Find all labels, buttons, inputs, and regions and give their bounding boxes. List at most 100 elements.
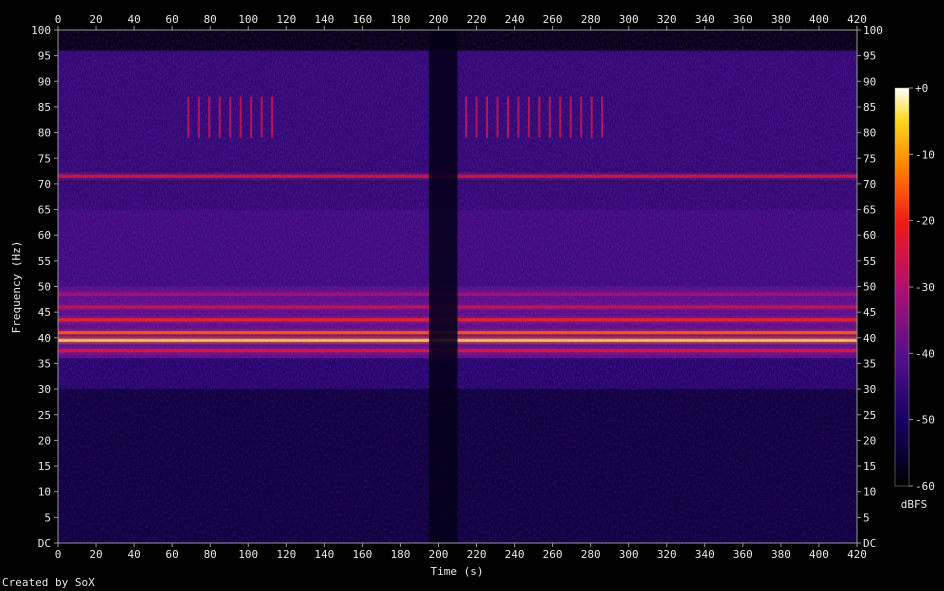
- x-tick-label-bottom: 160: [352, 548, 372, 561]
- x-tick-label-top: 40: [127, 13, 140, 26]
- x-tick-label-top: 240: [505, 13, 525, 26]
- x-tick-label-top: 300: [619, 13, 639, 26]
- x-tick-label-bottom: 0: [55, 548, 62, 561]
- y-tick-label-left: 40: [38, 332, 51, 345]
- y-tick-label-right: 85: [863, 101, 876, 114]
- y-tick-label-right: 20: [863, 434, 876, 447]
- y-tick-label-left: DC: [38, 537, 51, 550]
- x-tick-label-bottom: 400: [809, 548, 829, 561]
- x-tick-label-bottom: 40: [127, 548, 140, 561]
- y-tick-label-right: 5: [863, 511, 870, 524]
- x-tick-label-bottom: 280: [581, 548, 601, 561]
- y-tick-label-right: 25: [863, 409, 876, 422]
- x-tick-label-top: 180: [390, 13, 410, 26]
- x-tick-label-bottom: 120: [276, 548, 296, 561]
- spectrogram-chart: 0 0 20 20 40 40 60 60 80 80 100 100 120 120 140 140 160 1…: [10, 13, 935, 578]
- credit-text: Created by SoX: [2, 576, 95, 589]
- y-tick-label-left: 20: [38, 434, 51, 447]
- colorbar-tick-label: -30: [915, 281, 935, 294]
- y-tick-label-left: 85: [38, 101, 51, 114]
- y-tick-label-left: 90: [38, 75, 51, 88]
- y-tick-label-left: 25: [38, 409, 51, 422]
- x-tick-label-bottom: 240: [505, 548, 525, 561]
- y-tick-label-right: 10: [863, 486, 876, 499]
- y-tick-label-right: 75: [863, 152, 876, 165]
- y-tick-label-left: 30: [38, 383, 51, 396]
- x-tick-label-bottom: 340: [695, 548, 715, 561]
- y-tick-label-left: 70: [38, 178, 51, 191]
- y-tick-label-right: 35: [863, 357, 876, 370]
- y-tick-label-right: 40: [863, 332, 876, 345]
- y-tick-label-right: 65: [863, 204, 876, 217]
- x-tick-label-bottom: 20: [89, 548, 102, 561]
- y-tick-label-left: 50: [38, 281, 51, 294]
- x-tick-label-bottom: 80: [204, 548, 217, 561]
- y-tick-label-left: 45: [38, 306, 51, 319]
- y-tick-label-right: 100: [863, 24, 883, 37]
- x-tick-label-bottom: 100: [238, 548, 258, 561]
- colorbar-gradient: [894, 87, 910, 487]
- y-tick-label-left: 95: [38, 50, 51, 63]
- x-tick-label-top: 260: [543, 13, 563, 26]
- x-axis-label: Time (s): [431, 565, 484, 578]
- y-tick-label-right: 45: [863, 306, 876, 319]
- y-tick-label-right: 50: [863, 281, 876, 294]
- x-tick-label-top: 120: [276, 13, 296, 26]
- colorbar-tick-label: -20: [915, 215, 935, 228]
- y-tick-label-right: 90: [863, 75, 876, 88]
- y-tick-label-right: 80: [863, 127, 876, 140]
- x-tick-label-bottom: 380: [771, 548, 791, 561]
- y-tick-label-left: 65: [38, 204, 51, 217]
- x-tick-label-top: 160: [352, 13, 372, 26]
- y-tick-label-right: 70: [863, 178, 876, 191]
- x-tick-label-top: 140: [314, 13, 334, 26]
- y-tick-label-right: 30: [863, 383, 876, 396]
- colorbar-tick-label: -50: [915, 414, 935, 427]
- y-tick-label-left: 75: [38, 152, 51, 165]
- y-tick-label-left: 10: [38, 486, 51, 499]
- x-tick-label-top: 380: [771, 13, 791, 26]
- colorbar-ticks: +0 -10 -20 -30 -40 -50 -60: [909, 82, 935, 493]
- colorbar-tick-label: +0: [915, 82, 928, 95]
- y-tick-label-right: 55: [863, 255, 876, 268]
- colorbar-tick-label: -60: [915, 480, 935, 493]
- colorbar: +0 -10 -20 -30 -40 -50 -60 dBFS: [894, 82, 935, 511]
- y-tick-label-left: 15: [38, 460, 51, 473]
- x-tick-label-bottom: 300: [619, 548, 639, 561]
- y-tick-label-right: 15: [863, 460, 876, 473]
- x-tick-label-top: 0: [55, 13, 62, 26]
- y-tick-label-left: 55: [38, 255, 51, 268]
- x-tick-label-bottom: 260: [543, 548, 563, 561]
- y-tick-label-left: 80: [38, 127, 51, 140]
- quiet-interval: [428, 30, 458, 543]
- colorbar-tick-label: -40: [915, 347, 935, 360]
- y-tick-label-left: 60: [38, 229, 51, 242]
- x-tick-label-bottom: 200: [429, 548, 449, 561]
- y-axis-label: Frequency (Hz): [10, 241, 23, 334]
- x-tick-label-top: 360: [733, 13, 753, 26]
- x-tick-label-top: 400: [809, 13, 829, 26]
- y-tick-label-right: 60: [863, 229, 876, 242]
- x-tick-label-bottom: 180: [390, 548, 410, 561]
- x-tick-label-top: 80: [204, 13, 217, 26]
- x-tick-label-bottom: 60: [166, 548, 179, 561]
- quiet-interval-layer: [428, 30, 458, 543]
- y-tick-label-right: 95: [863, 50, 876, 63]
- x-tick-label-bottom: 360: [733, 548, 753, 561]
- x-tick-label-top: 100: [238, 13, 258, 26]
- x-tick-label-top: 20: [89, 13, 102, 26]
- colorbar-tick-label: -10: [915, 148, 935, 161]
- x-tick-label-bottom: 140: [314, 548, 334, 561]
- x-tick-label-top: 60: [166, 13, 179, 26]
- x-tick-label-top: 200: [429, 13, 449, 26]
- x-tick-label-bottom: 320: [657, 548, 677, 561]
- y-tick-label-left: 100: [31, 24, 51, 37]
- plot-area: [57, 29, 858, 544]
- y-tick-label-left: 35: [38, 357, 51, 370]
- x-tick-label-top: 320: [657, 13, 677, 26]
- x-tick-label-bottom: 220: [467, 548, 487, 561]
- y-tick-label-left: 5: [44, 511, 51, 524]
- y-tick-label-right: DC: [863, 537, 876, 550]
- x-tick-label-top: 280: [581, 13, 601, 26]
- colorbar-label: dBFS: [901, 498, 928, 511]
